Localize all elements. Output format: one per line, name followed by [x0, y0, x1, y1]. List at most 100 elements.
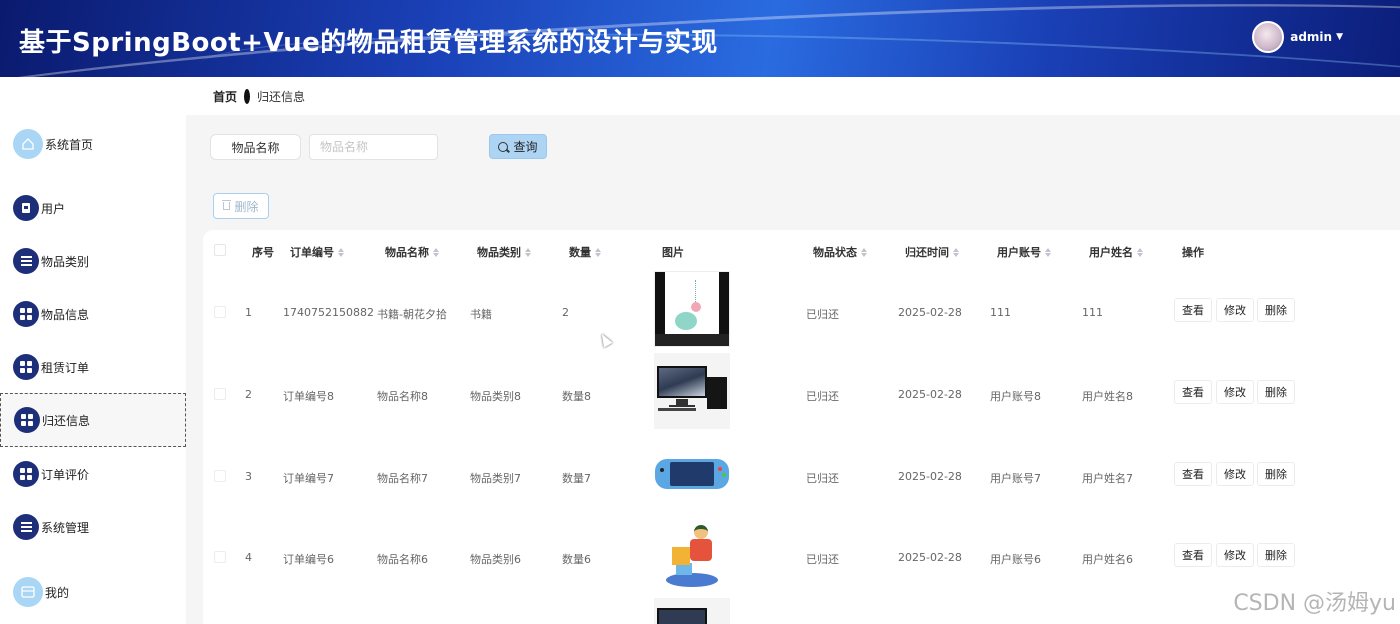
cell-name: 物品名称7: [377, 472, 428, 485]
sort-icon[interactable]: [953, 247, 959, 257]
edit-button[interactable]: 修改: [1216, 543, 1254, 567]
sidebar-item-return-info[interactable]: 归还信息: [0, 393, 186, 447]
edit-button[interactable]: 修改: [1216, 462, 1254, 486]
username[interactable]: admin: [1290, 30, 1332, 44]
cell-status: 已归还: [806, 472, 839, 485]
cell-account: 111: [990, 306, 1011, 319]
delete-button[interactable]: 删除: [1257, 298, 1295, 322]
view-button[interactable]: 查看: [1174, 380, 1212, 404]
item-image-computer[interactable]: [654, 353, 730, 429]
sidebar-item-label: 我的: [45, 585, 70, 600]
search-icon: [498, 141, 509, 152]
delete-button[interactable]: 删除: [1257, 462, 1295, 486]
home-icon: [13, 129, 43, 159]
cell-account: 用户账号7: [990, 472, 1041, 485]
row-checkbox[interactable]: [214, 551, 226, 563]
grid-icon: [13, 301, 39, 327]
user-icon: [13, 195, 39, 221]
view-button[interactable]: 查看: [1174, 462, 1212, 486]
sidebar-item-label: 用户: [41, 201, 66, 216]
search-input[interactable]: [309, 134, 438, 160]
cell-order-no: 1740752150882: [283, 306, 374, 319]
edit-button[interactable]: 修改: [1216, 298, 1254, 322]
item-image-game-console[interactable]: [654, 435, 730, 511]
cell-name: 书籍-朝花夕拾: [377, 308, 447, 321]
cell-return-time: 2025-02-28: [898, 551, 962, 564]
sidebar-item-order-review[interactable]: 订单评价: [0, 447, 186, 501]
sort-icon[interactable]: [525, 247, 531, 257]
select-all-checkbox[interactable]: [214, 244, 226, 256]
sidebar-item-user[interactable]: 用户: [0, 181, 186, 235]
sort-icon[interactable]: [1137, 247, 1143, 257]
watermark: CSDN @汤姆yu: [1233, 591, 1396, 616]
sidebar-item-mine[interactable]: 我的: [0, 565, 186, 619]
cell-qty: 数量6: [562, 553, 591, 566]
cell-status: 已归还: [806, 308, 839, 321]
sidebar-item-rental-orders[interactable]: 租赁订单: [0, 340, 186, 394]
sidebar: 系统首页 用户 物品类别 物品信息 租赁订单 归还信息 订单评价 系统管理 我的: [0, 77, 186, 624]
batch-delete-button[interactable]: 删除: [213, 193, 269, 219]
view-button[interactable]: 查看: [1174, 298, 1212, 322]
cell-account: 用户账号6: [990, 553, 1041, 566]
column-header-sortable[interactable]: 归还时间: [905, 244, 959, 260]
item-image-computer[interactable]: [654, 598, 730, 624]
breadcrumb-home[interactable]: 首页: [213, 88, 237, 105]
sidebar-item-label: 归还信息: [42, 413, 91, 428]
cell-return-time: 2025-02-28: [898, 470, 962, 483]
column-header-sortable[interactable]: 物品状态: [813, 244, 867, 260]
sidebar-item-label: 物品类别: [41, 254, 90, 269]
breadcrumb-current: 归还信息: [257, 89, 306, 104]
cell-user-name: 用户姓名6: [1082, 553, 1133, 566]
row-checkbox[interactable]: [214, 388, 226, 400]
sort-icon[interactable]: [595, 247, 601, 257]
sidebar-item-home[interactable]: 系统首页: [0, 117, 186, 171]
cell-order-no: 订单编号6: [283, 553, 334, 566]
column-header-label: 订单编号: [290, 246, 334, 259]
column-header-label: 物品类别: [477, 246, 521, 259]
item-image-toy[interactable]: [654, 517, 730, 593]
sort-icon[interactable]: [338, 247, 344, 257]
cell-qty: 数量7: [562, 472, 591, 485]
item-image-book[interactable]: [654, 271, 730, 347]
caret-down-icon[interactable]: ▼: [1336, 32, 1343, 42]
column-header-sortable[interactable]: 物品类别: [477, 244, 531, 260]
app-title: 基于SpringBoot+Vue的物品租赁管理系统的设计与实现: [19, 28, 718, 58]
column-header-sortable[interactable]: 订单编号: [290, 244, 344, 260]
sidebar-item-label: 系统首页: [45, 137, 94, 152]
trash-icon: [222, 200, 232, 210]
cell-qty: 数量8: [562, 390, 591, 403]
cell-status: 已归还: [806, 553, 839, 566]
user-menu[interactable]: admin ▼: [1252, 21, 1343, 53]
top-header: 基于SpringBoot+Vue的物品租赁管理系统的设计与实现 admin ▼: [0, 0, 1400, 77]
cell-order-no: 订单编号7: [283, 472, 334, 485]
avatar[interactable]: [1252, 21, 1285, 53]
sidebar-item-category[interactable]: 物品类别: [0, 234, 186, 288]
view-button[interactable]: 查看: [1174, 543, 1212, 567]
cell-name: 物品名称8: [377, 390, 428, 403]
cell-return-time: 2025-02-28: [898, 388, 962, 401]
cell-name: 物品名称6: [377, 553, 428, 566]
sidebar-item-goods[interactable]: 物品信息: [0, 287, 186, 341]
cell-index: 3: [245, 470, 252, 483]
cell-index: 1: [245, 306, 252, 319]
sort-icon[interactable]: [861, 247, 867, 257]
sort-icon[interactable]: [433, 247, 439, 257]
sort-icon[interactable]: [1045, 247, 1051, 257]
cell-user-name: 用户姓名8: [1082, 390, 1133, 403]
cell-return-time: 2025-02-28: [898, 306, 962, 319]
row-checkbox[interactable]: [214, 306, 226, 318]
sidebar-item-system[interactable]: 系统管理: [0, 500, 186, 554]
column-header-sortable[interactable]: 物品名称: [385, 244, 439, 260]
column-header-sortable[interactable]: 用户姓名: [1089, 244, 1143, 260]
sidebar-item-label: 物品信息: [41, 307, 90, 322]
row-checkbox[interactable]: [214, 470, 226, 482]
column-header-sortable[interactable]: 数量: [569, 244, 601, 260]
delete-button[interactable]: 删除: [1257, 380, 1295, 404]
cell-category: 书籍: [470, 308, 492, 321]
query-button[interactable]: 查询: [489, 134, 547, 159]
column-header-label: 用户姓名: [1089, 246, 1133, 259]
edit-button[interactable]: 修改: [1216, 380, 1254, 404]
column-header-label: 物品状态: [813, 246, 857, 259]
delete-button[interactable]: 删除: [1257, 543, 1295, 567]
column-header-sortable[interactable]: 用户账号: [997, 244, 1051, 260]
